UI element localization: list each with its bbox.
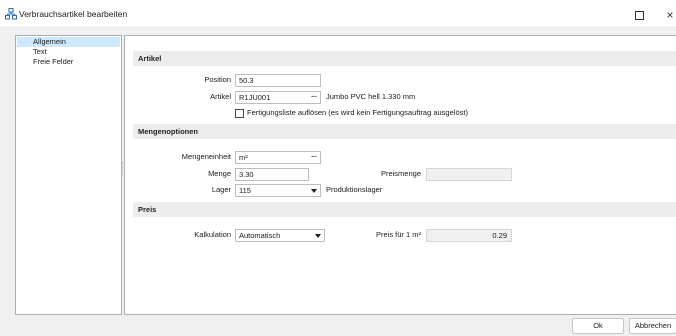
window-title: Verbrauchsartikel bearbeiten: [19, 9, 128, 19]
fertigungsliste-label[interactable]: Fertigungsliste auflösen (es wird kein F…: [247, 107, 468, 119]
preismenge-label: Preismenge: [380, 169, 421, 178]
artikel-picker-button[interactable]: ...: [309, 92, 319, 102]
section-header-preis: Preis: [133, 202, 676, 217]
chevron-down-icon[interactable]: [312, 230, 324, 241]
ok-button[interactable]: Ok: [572, 318, 624, 334]
chevron-down-icon[interactable]: [308, 185, 320, 196]
kalkulation-label: Kalkulation: [194, 230, 231, 239]
position-field[interactable]: 50.3: [235, 74, 321, 87]
maximize-icon[interactable]: [633, 9, 645, 21]
section-header-mengenoptionen: Mengenoptionen: [133, 124, 676, 139]
artikel-field[interactable]: R1JU001 ...: [235, 91, 321, 104]
artikel-description: Jumbo PVC hell 1.330 mm: [326, 92, 416, 101]
menge-label: Menge: [208, 169, 231, 178]
section-header-artikel: Artikel: [133, 51, 676, 66]
lager-description: Produktionslager: [326, 185, 383, 194]
mengeneinheit-field[interactable]: m² ...: [235, 151, 321, 164]
hierarchy-icon: [5, 8, 17, 20]
mengeneinheit-picker-button[interactable]: ...: [309, 152, 319, 162]
menge-field[interactable]: 3.30: [235, 168, 309, 181]
navigation-list: Allgemein Text Freie Felder: [15, 35, 122, 315]
title-bar: Verbrauchsartikel bearbeiten ×: [0, 0, 676, 28]
artikel-value: R1JU001: [239, 93, 271, 102]
artikel-label: Artikel: [210, 92, 231, 101]
close-icon[interactable]: ×: [664, 9, 676, 21]
position-label: Position: [204, 75, 231, 84]
preismenge-field: [426, 168, 512, 181]
fertigungsliste-checkbox[interactable]: [235, 109, 244, 118]
preis-field: 0.29: [426, 229, 512, 242]
lager-label: Lager: [211, 185, 231, 194]
kalkulation-value: Automatisch: [239, 231, 281, 240]
preis-label: Preis für 1 m²: [375, 230, 421, 239]
nav-item-allgemein[interactable]: Allgemein: [17, 37, 120, 47]
main-panel: Artikel Position 50.3 Artikel R1JU001 ..…: [124, 35, 676, 315]
mengeneinheit-value: m²: [239, 153, 248, 162]
lager-value: 115: [239, 186, 251, 195]
kalkulation-combobox[interactable]: Automatisch: [235, 229, 325, 242]
nav-item-freie-felder[interactable]: Freie Felder: [17, 57, 120, 67]
nav-item-text[interactable]: Text: [17, 47, 120, 57]
lager-combobox[interactable]: 115: [235, 184, 321, 197]
mengeneinheit-label: Mengeneinheit: [181, 152, 231, 161]
cancel-button[interactable]: Abbrechen: [629, 318, 676, 334]
